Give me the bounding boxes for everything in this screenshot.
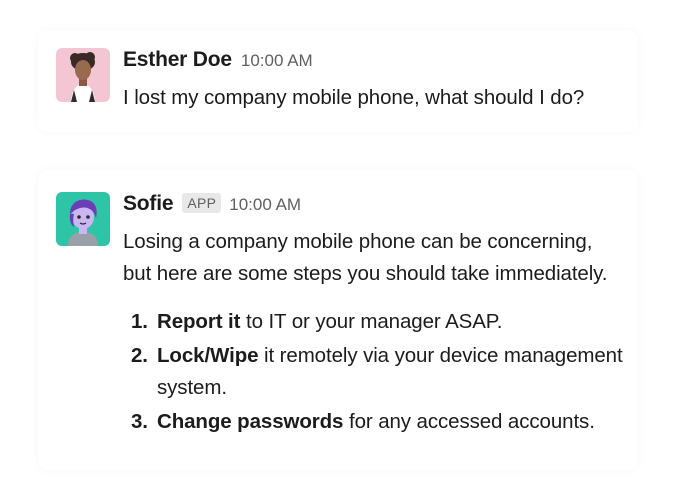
list-number: 2. — [131, 344, 148, 367]
list-item: 3. Change passwords for any accessed acc… — [123, 406, 627, 438]
bot-avatar-icon — [56, 192, 110, 246]
list-item: 2. Lock/Wipe it remotely via your device… — [123, 340, 627, 404]
list-number: 1. — [131, 310, 148, 333]
step-bold-text: Lock/Wipe — [157, 344, 259, 367]
avatar[interactable] — [56, 192, 110, 246]
step-bold-text: Report it — [157, 310, 241, 333]
timestamp[interactable]: 10:00 AM — [229, 195, 301, 215]
list-number: 3. — [131, 410, 148, 433]
steps-list: 1. Report it to IT or your manager ASAP.… — [123, 306, 661, 438]
author-name[interactable]: Esther Doe — [123, 48, 232, 72]
timestamp[interactable]: 10:00 AM — [241, 51, 313, 71]
person-avatar-icon — [56, 48, 110, 102]
step-text: for any accessed accounts. — [343, 410, 595, 433]
step-text: to IT or your manager ASAP. — [240, 310, 503, 333]
message-text: Losing a company mobile phone can be con… — [123, 230, 608, 285]
list-item: 1. Report it to IT or your manager ASAP. — [123, 306, 627, 338]
message-text: I lost my company mobile phone, what sho… — [123, 86, 585, 109]
avatar[interactable] — [56, 48, 110, 102]
step-bold-text: Change passwords — [157, 410, 344, 433]
app-badge: APP — [182, 193, 222, 213]
author-name[interactable]: Sofie — [123, 192, 174, 216]
